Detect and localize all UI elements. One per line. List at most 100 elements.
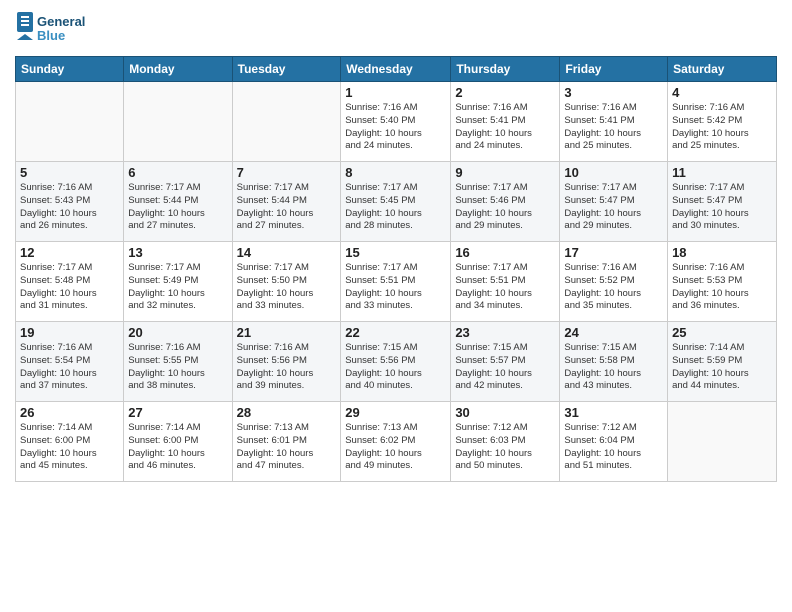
week-row-5: 26Sunrise: 7:14 AM Sunset: 6:00 PM Dayli… (16, 402, 777, 482)
day-info: Sunrise: 7:16 AM Sunset: 5:55 PM Dayligh… (128, 342, 227, 393)
calendar-cell: 18 Sunrise: 7:16 AM Sunset: 5:53 PM Dayli… (668, 242, 777, 322)
column-header-friday: Friday (560, 57, 668, 82)
day-number: 19 (20, 325, 119, 340)
day-number: 27 (128, 405, 227, 420)
day-number: 22 (345, 325, 446, 340)
day-info: Sunrise: 7:16 AM Sunset: 5:54 PM Dayligh… (20, 342, 119, 393)
calendar-cell: 7 Sunrise: 7:17 AM Sunset: 5:44 PM Daylig… (232, 162, 341, 242)
header: General Blue (15, 10, 777, 48)
calendar-cell: 5 Sunrise: 7:16 AM Sunset: 5:43 PM Daylig… (16, 162, 124, 242)
day-info: Sunrise: 7:17 AM Sunset: 5:45 PM Dayligh… (345, 182, 446, 233)
day-info: Sunrise: 7:17 AM Sunset: 5:46 PM Dayligh… (455, 182, 555, 233)
calendar-cell: 23 Sunrise: 7:15 AM Sunset: 5:57 PM Dayli… (451, 322, 560, 402)
calendar-cell: 31 Sunrise: 7:12 AM Sunset: 6:04 PM Dayli… (560, 402, 668, 482)
day-number: 6 (128, 165, 227, 180)
calendar-cell: 9 Sunrise: 7:17 AM Sunset: 5:46 PM Daylig… (451, 162, 560, 242)
day-number: 10 (564, 165, 663, 180)
calendar-cell (124, 82, 232, 162)
day-info: Sunrise: 7:16 AM Sunset: 5:43 PM Dayligh… (20, 182, 119, 233)
calendar-cell: 16 Sunrise: 7:17 AM Sunset: 5:51 PM Dayli… (451, 242, 560, 322)
calendar-cell: 8 Sunrise: 7:17 AM Sunset: 5:45 PM Daylig… (341, 162, 451, 242)
day-number: 5 (20, 165, 119, 180)
day-info: Sunrise: 7:16 AM Sunset: 5:52 PM Dayligh… (564, 262, 663, 313)
day-number: 30 (455, 405, 555, 420)
calendar-cell: 28Sunrise: 7:13 AM Sunset: 6:01 PM Dayli… (232, 402, 341, 482)
calendar-cell: 22 Sunrise: 7:15 AM Sunset: 5:56 PM Dayli… (341, 322, 451, 402)
day-number: 15 (345, 245, 446, 260)
day-info: Sunrise: 7:17 AM Sunset: 5:51 PM Dayligh… (345, 262, 446, 313)
day-number: 31 (564, 405, 663, 420)
day-info: Sunrise: 7:17 AM Sunset: 5:47 PM Dayligh… (672, 182, 772, 233)
calendar-cell: 25 Sunrise: 7:14 AM Sunset: 5:59 PM Dayli… (668, 322, 777, 402)
logo-svg: General Blue (15, 10, 85, 48)
day-info: Sunrise: 7:16 AM Sunset: 5:40 PM Dayligh… (345, 102, 446, 153)
page: General Blue SundayMondayTuesdayWednesda… (0, 0, 792, 612)
day-number: 23 (455, 325, 555, 340)
svg-text:General: General (37, 14, 85, 29)
calendar-cell: 10 Sunrise: 7:17 AM Sunset: 5:47 PM Dayli… (560, 162, 668, 242)
day-number: 20 (128, 325, 227, 340)
day-info: Sunrise: 7:17 AM Sunset: 5:44 PM Dayligh… (128, 182, 227, 233)
week-row-1: 1Sunrise: 7:16 AM Sunset: 5:40 PM Daylig… (16, 82, 777, 162)
day-info: Sunrise: 7:12 AM Sunset: 6:03 PM Dayligh… (455, 422, 555, 473)
day-info: Sunrise: 7:13 AM Sunset: 6:02 PM Dayligh… (345, 422, 446, 473)
calendar-cell: 11 Sunrise: 7:17 AM Sunset: 5:47 PM Dayli… (668, 162, 777, 242)
day-info: Sunrise: 7:17 AM Sunset: 5:47 PM Dayligh… (564, 182, 663, 233)
day-info: Sunrise: 7:16 AM Sunset: 5:42 PM Dayligh… (672, 102, 772, 153)
day-number: 9 (455, 165, 555, 180)
day-number: 8 (345, 165, 446, 180)
calendar-cell: 2 Sunrise: 7:16 AM Sunset: 5:41 PM Daylig… (451, 82, 560, 162)
day-info: Sunrise: 7:13 AM Sunset: 6:01 PM Dayligh… (237, 422, 337, 473)
day-number: 17 (564, 245, 663, 260)
day-number: 14 (237, 245, 337, 260)
calendar-cell: 15 Sunrise: 7:17 AM Sunset: 5:51 PM Dayli… (341, 242, 451, 322)
day-number: 26 (20, 405, 119, 420)
day-info: Sunrise: 7:15 AM Sunset: 5:56 PM Dayligh… (345, 342, 446, 393)
day-info: Sunrise: 7:17 AM Sunset: 5:48 PM Dayligh… (20, 262, 119, 313)
day-number: 24 (564, 325, 663, 340)
day-number: 18 (672, 245, 772, 260)
day-info: Sunrise: 7:17 AM Sunset: 5:51 PM Dayligh… (455, 262, 555, 313)
calendar-table: SundayMondayTuesdayWednesdayThursdayFrid… (15, 56, 777, 482)
week-row-4: 19 Sunrise: 7:16 AM Sunset: 5:54 PM Dayli… (16, 322, 777, 402)
calendar-cell: 4 Sunrise: 7:16 AM Sunset: 5:42 PM Daylig… (668, 82, 777, 162)
column-header-saturday: Saturday (668, 57, 777, 82)
calendar-cell (232, 82, 341, 162)
calendar-header-row: SundayMondayTuesdayWednesdayThursdayFrid… (16, 57, 777, 82)
day-number: 16 (455, 245, 555, 260)
calendar-cell: 17 Sunrise: 7:16 AM Sunset: 5:52 PM Dayli… (560, 242, 668, 322)
calendar-cell: 6 Sunrise: 7:17 AM Sunset: 5:44 PM Daylig… (124, 162, 232, 242)
calendar-cell: 14Sunrise: 7:17 AM Sunset: 5:50 PM Dayli… (232, 242, 341, 322)
logo: General Blue (15, 10, 85, 48)
column-header-tuesday: Tuesday (232, 57, 341, 82)
day-number: 4 (672, 85, 772, 100)
calendar-cell (16, 82, 124, 162)
calendar-cell: 24 Sunrise: 7:15 AM Sunset: 5:58 PM Dayli… (560, 322, 668, 402)
day-number: 12 (20, 245, 119, 260)
calendar-cell: 3Sunrise: 7:16 AM Sunset: 5:41 PM Daylig… (560, 82, 668, 162)
day-info: Sunrise: 7:15 AM Sunset: 5:58 PM Dayligh… (564, 342, 663, 393)
day-number: 2 (455, 85, 555, 100)
day-info: Sunrise: 7:17 AM Sunset: 5:44 PM Dayligh… (237, 182, 337, 233)
day-number: 25 (672, 325, 772, 340)
day-number: 11 (672, 165, 772, 180)
column-header-monday: Monday (124, 57, 232, 82)
day-info: Sunrise: 7:16 AM Sunset: 5:56 PM Dayligh… (237, 342, 337, 393)
svg-text:Blue: Blue (37, 28, 65, 43)
day-info: Sunrise: 7:15 AM Sunset: 5:57 PM Dayligh… (455, 342, 555, 393)
day-info: Sunrise: 7:16 AM Sunset: 5:41 PM Dayligh… (455, 102, 555, 153)
calendar-cell: 12 Sunrise: 7:17 AM Sunset: 5:48 PM Dayli… (16, 242, 124, 322)
calendar-cell: 26Sunrise: 7:14 AM Sunset: 6:00 PM Dayli… (16, 402, 124, 482)
column-header-thursday: Thursday (451, 57, 560, 82)
day-info: Sunrise: 7:12 AM Sunset: 6:04 PM Dayligh… (564, 422, 663, 473)
day-number: 13 (128, 245, 227, 260)
calendar-cell: 29Sunrise: 7:13 AM Sunset: 6:02 PM Dayli… (341, 402, 451, 482)
day-info: Sunrise: 7:16 AM Sunset: 5:53 PM Dayligh… (672, 262, 772, 313)
calendar-cell: 27Sunrise: 7:14 AM Sunset: 6:00 PM Dayli… (124, 402, 232, 482)
day-info: Sunrise: 7:14 AM Sunset: 5:59 PM Dayligh… (672, 342, 772, 393)
day-number: 7 (237, 165, 337, 180)
calendar-cell: 19 Sunrise: 7:16 AM Sunset: 5:54 PM Dayli… (16, 322, 124, 402)
day-info: Sunrise: 7:16 AM Sunset: 5:41 PM Dayligh… (564, 102, 663, 153)
day-info: Sunrise: 7:17 AM Sunset: 5:49 PM Dayligh… (128, 262, 227, 313)
calendar-cell (668, 402, 777, 482)
